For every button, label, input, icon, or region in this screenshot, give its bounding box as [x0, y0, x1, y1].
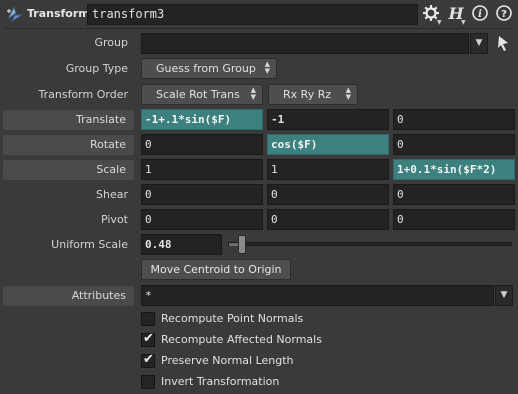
rotate-label[interactable]: Rotate — [3, 135, 134, 155]
scale-z-field[interactable]: 1+0.1*sin($F*2) — [393, 159, 515, 180]
rotate-x-field[interactable]: 0 — [141, 134, 263, 155]
select-arrow-icon[interactable] — [495, 33, 511, 53]
invert-transformation-label: Invert Transformation — [161, 375, 280, 388]
gear-menu-arrow-icon[interactable]: ▼ — [437, 19, 442, 26]
group-dropdown-button[interactable]: ▼ — [470, 33, 488, 54]
translate-y-field[interactable]: -1 — [267, 109, 389, 130]
group-type-menu[interactable]: Guess from Group ▲ ▼ — [141, 58, 277, 79]
recompute-point-normals-checkbox[interactable] — [141, 312, 155, 326]
transform-order-label: Transform Order — [38, 88, 128, 101]
shear-label: Shear — [96, 188, 128, 201]
pivot-label: Pivot — [100, 213, 128, 226]
group-label: Group — [94, 36, 129, 49]
transform-order-value: Scale Rot Trans — [156, 88, 240, 101]
updown-arrows-icon: ▲ ▼ — [264, 60, 270, 75]
shear-x-field[interactable]: 0 — [141, 184, 263, 205]
rotate-y-field[interactable]: cos($F) — [267, 134, 389, 155]
rotate-z-field[interactable]: 0 — [393, 134, 515, 155]
recompute-affected-normals-checkbox[interactable]: ✔ — [141, 331, 155, 347]
attributes-dropdown-button[interactable]: ▼ — [495, 285, 513, 306]
recompute-affected-normals-label: Recompute Affected Normals — [161, 333, 322, 346]
invert-transformation-checkbox[interactable] — [141, 375, 155, 389]
translate-z-field[interactable]: 0 — [393, 109, 515, 130]
scale-label[interactable]: Scale — [3, 160, 134, 180]
rotation-order-value: Rx Ry Rz — [283, 88, 332, 101]
node-type-label: Transform — [27, 7, 90, 20]
checkmark-icon: ✔ — [143, 352, 154, 367]
preserve-normal-length-label: Preserve Normal Length — [161, 354, 294, 367]
pivot-x-field[interactable]: 0 — [141, 209, 263, 230]
pivot-y-field[interactable]: 0 — [267, 209, 389, 230]
translate-x-field[interactable]: -1+.1*sin($F) — [141, 109, 263, 130]
transform-node-icon — [4, 3, 26, 25]
attributes-field[interactable]: * — [141, 285, 494, 306]
uniform-scale-field[interactable]: 0.48 — [141, 234, 222, 255]
transform-order-menu[interactable]: Scale Rot Trans ▲ ▼ — [141, 84, 263, 105]
recompute-point-normals-label: Recompute Point Normals — [161, 312, 304, 325]
updown-arrows-icon: ▲ ▼ — [345, 86, 351, 101]
svg-text:?: ? — [501, 9, 507, 20]
uniform-scale-slider-track[interactable] — [228, 242, 512, 246]
move-centroid-button[interactable]: Move Centroid to Origin — [141, 259, 291, 280]
uniform-scale-slider-handle[interactable] — [238, 235, 246, 254]
header-separator — [4, 28, 514, 29]
node-name-field[interactable]: transform3 — [87, 4, 418, 25]
shear-z-field[interactable]: 0 — [393, 184, 515, 205]
help-icon[interactable]: ? — [494, 4, 514, 24]
updown-arrows-icon: ▲ ▼ — [250, 86, 256, 101]
scale-y-field[interactable]: 1 — [267, 159, 389, 180]
shear-y-field[interactable]: 0 — [267, 184, 389, 205]
preserve-normal-length-checkbox[interactable]: ✔ — [141, 352, 155, 368]
svg-text:i: i — [478, 9, 482, 20]
translate-label[interactable]: Translate — [3, 110, 134, 130]
info-icon[interactable]: i — [470, 4, 490, 24]
group-type-label: Group Type — [65, 62, 128, 75]
scale-x-field[interactable]: 1 — [141, 159, 263, 180]
uniform-scale-label: Uniform Scale — [51, 238, 128, 251]
checkmark-icon: ✔ — [143, 331, 154, 346]
group-type-value: Guess from Group — [156, 62, 256, 75]
help-menu-arrow-icon[interactable]: ▼ — [461, 19, 466, 26]
rotation-order-menu[interactable]: Rx Ry Rz ▲ ▼ — [268, 84, 358, 105]
group-field[interactable] — [141, 33, 469, 54]
attributes-label[interactable]: Attributes — [3, 286, 134, 306]
pivot-z-field[interactable]: 0 — [393, 209, 515, 230]
